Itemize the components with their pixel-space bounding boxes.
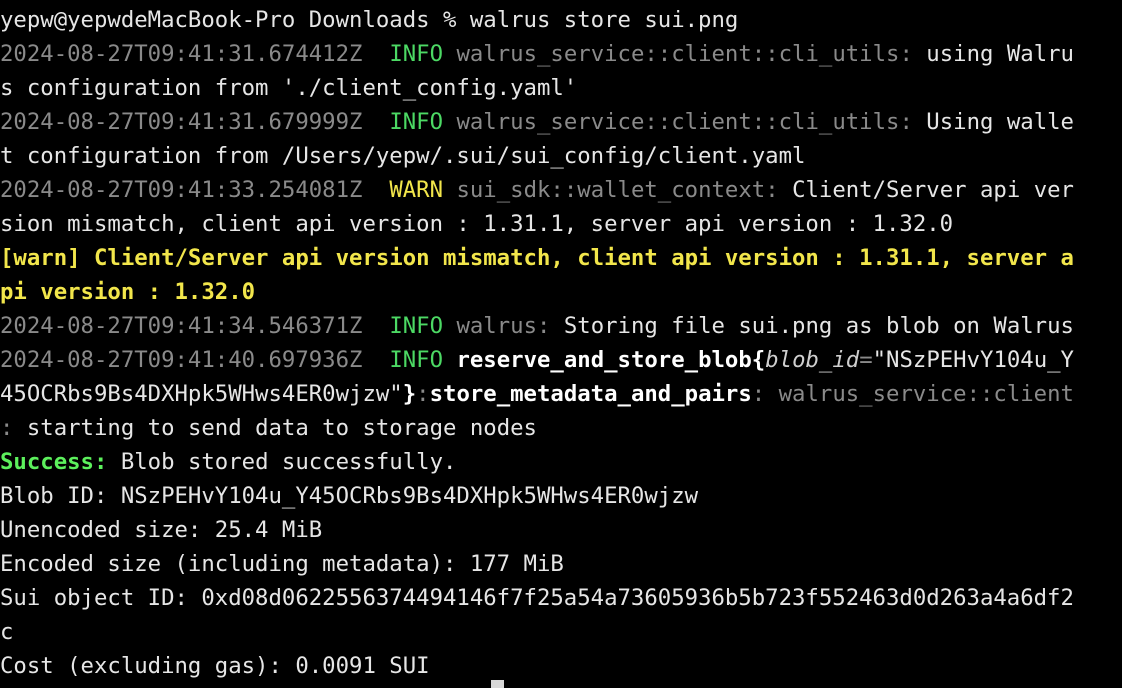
log-level-info: INFO <box>389 41 444 67</box>
span-value: 45OCRbs9Bs4DXHpk5WHws4ER0wjzw" <box>0 381 403 407</box>
warn-message-wrap: pi version : 1.32.0 <box>0 279 256 305</box>
unencoded-size-line: Unencoded size: 25.4 MiB <box>0 517 323 543</box>
terminal-window[interactable]: yepw@yepwdeMacBook-Pro Downloads % walru… <box>0 0 1122 688</box>
log-timestamp: 2024-08-27T09:41:33.254081Z <box>0 177 363 203</box>
log-timestamp: 2024-08-27T09:41:34.546371Z <box>0 313 363 339</box>
success-label: Success: <box>0 449 108 475</box>
log-message: using Walru <box>912 41 1074 67</box>
span-eq: = <box>859 347 873 373</box>
log-line-wrap: : starting to send data to storage nodes <box>0 411 537 445</box>
success-message: Blob stored successfully. <box>107 449 457 475</box>
log-message: Client/Server api ver <box>778 177 1074 203</box>
log-message: Using walle <box>912 109 1074 135</box>
log-line: 2024-08-27T09:41:34.546371Z INFO walrus:… <box>0 309 1074 343</box>
log-target: walrus: <box>456 313 551 339</box>
encoded-size-line: Encoded size (including metadata): 177 M… <box>0 551 564 577</box>
text-cursor <box>491 680 504 688</box>
log-level-info: INFO <box>389 347 444 373</box>
log-target: : <box>0 415 14 441</box>
log-level-info: INFO <box>389 109 444 135</box>
log-line: 2024-08-27T09:41:40.697936Z INFO reserve… <box>0 343 1074 377</box>
log-line-wrap: sion mismatch, client api version : 1.31… <box>0 207 953 241</box>
log-target: walrus_service::client::cli_utils: <box>456 41 913 67</box>
log-target: : walrus_service::client <box>751 381 1074 407</box>
log-line-wrap: s configuration from './client_config.ya… <box>0 71 577 105</box>
command-text: walrus store sui.png <box>469 7 739 33</box>
success-line: Success: Blob stored successfully. <box>0 445 456 479</box>
log-timestamp: 2024-08-27T09:41:31.679999Z <box>0 109 363 135</box>
log-message: Storing file sui.png as blob on Walrus <box>550 313 1074 339</box>
warn-message: [warn] Client/Server api version mismatc… <box>0 245 1074 271</box>
cost-line: Cost (excluding gas): 0.0091 SUI <box>0 653 430 679</box>
blob-id-line: Blob ID: NSzPEHvY104u_Y45OCRbs9Bs4DXHpk5… <box>0 483 699 509</box>
log-line-wrap: t configuration from /Users/yepw/.sui/su… <box>0 139 805 173</box>
span-brace: } <box>402 381 417 407</box>
log-message: starting to send data to storage nodes <box>13 415 537 441</box>
log-line: 2024-08-27T09:41:31.679999Z INFO walrus_… <box>0 105 1074 139</box>
command-line: yepw@yepwdeMacBook-Pro Downloads % walru… <box>0 3 738 37</box>
span-colon: : <box>416 381 430 407</box>
log-level-warn: WARN <box>389 177 444 203</box>
log-message: s configuration from './client_config.ya… <box>0 75 578 101</box>
log-message: sion mismatch, client api version : 1.31… <box>0 211 954 237</box>
log-line: 2024-08-27T09:41:31.674412Z INFO walrus_… <box>0 37 1074 71</box>
shell-prompt: yepw@yepwdeMacBook-Pro Downloads % <box>0 7 470 33</box>
span-name: reserve_and_store_blob <box>456 347 752 373</box>
object-id-line-wrap: c <box>0 619 14 645</box>
log-target: walrus_service::client::cli_utils: <box>456 109 913 135</box>
log-level-info: INFO <box>389 313 444 339</box>
object-id-line: Sui object ID: 0xd08d0622556374494146f7f… <box>0 585 1074 611</box>
span-brace: { <box>751 347 766 373</box>
log-message: t configuration from /Users/yepw/.sui/su… <box>0 143 806 169</box>
span-value: "NSzPEHvY104u_Y <box>872 347 1074 373</box>
log-line: 2024-08-27T09:41:33.254081Z WARN sui_sdk… <box>0 173 1074 207</box>
log-line-wrap: 45OCRbs9Bs4DXHpk5WHws4ER0wjzw"}:store_me… <box>0 377 1074 411</box>
span-field: blob_id <box>765 347 860 373</box>
log-timestamp: 2024-08-27T09:41:31.674412Z <box>0 41 363 67</box>
log-timestamp: 2024-08-27T09:41:40.697936Z <box>0 347 363 373</box>
span-name: store_metadata_and_pairs <box>429 381 752 407</box>
log-target: sui_sdk::wallet_context: <box>456 177 779 203</box>
